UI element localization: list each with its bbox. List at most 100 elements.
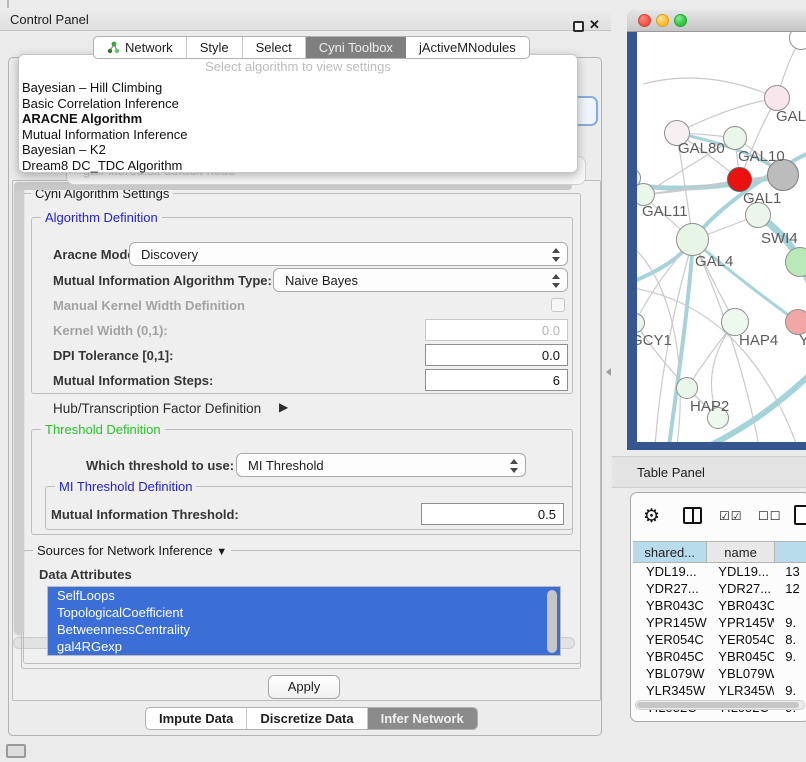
kernel-width-label: Kernel Width (0,1): (53, 323, 168, 338)
node-label: GAL1 (743, 190, 781, 207)
minimized-panel-icon[interactable] (6, 744, 26, 758)
window-close-button[interactable] (638, 14, 651, 27)
tab-impute-data[interactable]: Impute Data (146, 708, 247, 729)
column-header[interactable] (775, 542, 806, 562)
list-item[interactable]: TopologicalCoefficient (48, 604, 560, 621)
tab-cyni-toolbox[interactable]: Cyni Toolbox (306, 37, 406, 58)
network-node[interactable] (723, 126, 747, 150)
mi-threshold-title: MI Threshold Definition (55, 479, 196, 494)
select-all-checks-icon[interactable]: ☑☑ (719, 509, 743, 523)
stepper-icon (551, 274, 560, 288)
table-horizontal-scrollbar[interactable] (635, 700, 805, 710)
dpi-tolerance-field[interactable]: 0.0 (425, 344, 568, 366)
tab-stub (7, 0, 9, 8)
dropdown-item[interactable]: Bayesian – K2 (22, 142, 106, 157)
table-row[interactable]: YER054CYER054C8. (633, 631, 806, 648)
table-row[interactable]: YLR345WYLR345W9. (633, 682, 806, 699)
manual-kernel-label: Manual Kernel Width Definition (53, 298, 245, 313)
network-node[interactable] (676, 223, 709, 256)
list-item[interactable]: gal4RGexp (48, 638, 560, 655)
node-label: GAL (776, 108, 806, 125)
mi-type-combo[interactable]: Naive Bayes (273, 268, 568, 292)
threshold-definition-title: Threshold Definition (41, 422, 165, 437)
tab-select[interactable]: Select (243, 37, 306, 58)
tab-network-label: Network (125, 40, 173, 55)
table-panel-title: Table Panel (637, 465, 705, 480)
table-row[interactable]: YBR043CYBR043C (633, 597, 806, 614)
tab-network[interactable]: Network (94, 37, 187, 58)
which-threshold-label: Which threshold to use: (86, 458, 234, 473)
deselect-all-checks-icon[interactable]: ☐☐ (758, 509, 782, 523)
dropdown-prompt: Select algorithm to view settings (19, 59, 577, 74)
panel-title: Control Panel (10, 12, 89, 27)
float-panel-icon[interactable] (573, 21, 584, 32)
settings-vertical-scrollbar[interactable] (13, 181, 25, 637)
gear-icon[interactable]: ⚙ (643, 505, 660, 528)
apply-button[interactable]: Apply (268, 675, 340, 699)
node-label: HAP2 (690, 398, 729, 415)
tab-infer-network[interactable]: Infer Network (368, 708, 477, 729)
table-row[interactable]: YBL079WYBL079W (633, 665, 806, 682)
stepper-icon (509, 459, 518, 473)
data-attributes-label: Data Attributes (39, 567, 132, 582)
table-row[interactable]: YDR27...YDR27...12 (633, 580, 806, 597)
mi-type-label: Mutual Information Algorithm Type: (53, 273, 272, 288)
control-panel-tabbar: Network Style Select Cyni Toolbox jActiv… (93, 36, 530, 59)
list-scrollbar[interactable] (547, 590, 557, 653)
node-label: Y (799, 332, 806, 349)
node-label: GAL10 (738, 148, 785, 165)
algorithm-dropdown-popup: Select algorithm to view settings Bayesi… (18, 54, 578, 173)
algorithm-definition-title: Algorithm Definition (41, 210, 162, 225)
cyni-settings-card: Cyni Algorithm Settings Algorithm Defini… (12, 180, 601, 701)
network-canvas[interactable]: GAL GAL80 GAL10 GAL1 GAL11 SWI4 GAL4 GCY… (637, 32, 806, 442)
cyni-bottom-tabbar: Impute Data Discretize Data Infer Networ… (145, 707, 478, 730)
mi-steps-label: Mutual Information Steps: (53, 373, 213, 388)
window-minimize-button[interactable] (656, 14, 669, 27)
table-panel: ⚙ ☑☑ ☐☐ shared... name YDL19...YDL19...1… (630, 492, 806, 722)
dropdown-item-highlighted[interactable]: ARACNE Algorithm (22, 111, 142, 126)
node-label: GAL4 (695, 253, 733, 270)
manual-kernel-checkbox[interactable] (551, 298, 565, 312)
dpi-tolerance-label: DPI Tolerance [0,1]: (53, 348, 173, 363)
close-icon[interactable]: ✕ (589, 17, 600, 33)
tab-style[interactable]: Style (187, 37, 243, 58)
hub-expand-icon[interactable]: ▶ (279, 400, 288, 414)
column-header[interactable]: shared... (633, 542, 707, 562)
dropdown-item[interactable]: Basic Correlation Inference (22, 96, 179, 111)
list-item[interactable]: BetweennessCentrality (48, 621, 560, 638)
sources-title[interactable]: Sources for Network Inference ▼ (33, 543, 231, 558)
network-window: GAL GAL80 GAL10 GAL1 GAL11 SWI4 GAL4 GCY… (627, 10, 806, 450)
aracne-mode-label: Aracne Mode: (53, 247, 139, 262)
aracne-mode-combo[interactable]: Discovery (129, 242, 568, 266)
network-window-titlebar[interactable] (627, 10, 806, 32)
table-header-row: shared... name (633, 541, 806, 563)
node-label: HAP4 (739, 332, 778, 349)
dropdown-item[interactable]: Mutual Information Inference (22, 127, 187, 142)
export-table-icon[interactable] (794, 505, 806, 525)
which-threshold-combo[interactable]: MI Threshold (236, 453, 526, 477)
columns-icon[interactable] (683, 507, 702, 524)
dropdown-item[interactable]: Dream8 DC_TDC Algorithm (22, 158, 182, 173)
list-item[interactable]: SelfLoops (48, 587, 560, 604)
column-header[interactable]: name (707, 542, 774, 562)
tab-jactivemnodules[interactable]: jActiveMNodules (406, 37, 529, 58)
window-zoom-button[interactable] (674, 14, 687, 27)
node-label: GAL80 (678, 140, 725, 157)
mi-threshold-field[interactable]: 0.5 (421, 503, 564, 525)
table-panel-titlebar: Table Panel (612, 456, 806, 488)
stepper-icon (551, 248, 560, 262)
hub-section-label[interactable]: Hub/Transcription Factor Definition (53, 401, 261, 416)
splitter-collapse-icon[interactable] (606, 368, 611, 376)
dropdown-item[interactable]: Bayesian – Hill Climbing (22, 80, 162, 95)
control-panel-titlebar: Control Panel ✕ (0, 8, 611, 31)
table-row[interactable]: YDL19...YDL19...13 (633, 563, 806, 580)
network-node-selected-red[interactable] (727, 167, 752, 192)
data-attributes-list: SelfLoops TopologicalCoefficient Between… (47, 586, 561, 656)
table-row[interactable]: YBR045CYBR045C9. (633, 648, 806, 665)
mi-steps-field[interactable]: 6 (425, 369, 568, 391)
network-node[interactable] (676, 377, 698, 399)
node-label: GAL11 (642, 203, 688, 220)
table-row[interactable]: YPR145WYPR145W9. (633, 614, 806, 631)
kernel-width-field[interactable]: 0.0 (425, 319, 568, 341)
tab-discretize-data[interactable]: Discretize Data (247, 708, 367, 729)
